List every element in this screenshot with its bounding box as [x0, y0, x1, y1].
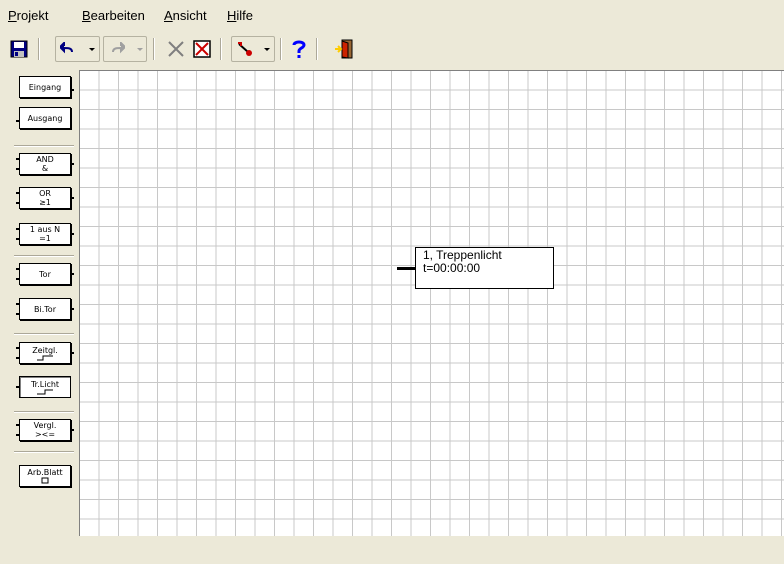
input-pin	[16, 238, 19, 240]
palette-block-bi-tor[interactable]: Bi.Tor	[16, 298, 74, 320]
menu-projekt[interactable]: Projekt	[8, 9, 48, 23]
step-icon	[37, 389, 53, 394]
status-bar	[0, 536, 784, 564]
output-pin	[71, 352, 74, 354]
menu-bar: Projekt Bearbeiten Ansicht Hilfe	[0, 0, 784, 28]
redo-dropdown[interactable]	[134, 37, 145, 61]
node-input-pin[interactable]	[397, 267, 415, 270]
toolbar-separator	[280, 38, 282, 60]
redo-icon	[112, 42, 125, 54]
palette-block-vergleicher[interactable]: Vergl. ><=	[16, 419, 74, 441]
undo-icon	[60, 42, 73, 54]
palette-separator	[14, 333, 74, 335]
input-pin	[16, 228, 19, 230]
undo-dropdown[interactable]	[86, 37, 97, 61]
chevron-down-icon	[136, 47, 143, 51]
output-pin	[71, 308, 74, 310]
help-button[interactable]	[288, 37, 310, 61]
output-pin	[71, 233, 74, 235]
treppenlicht-node[interactable]: 1, Treppenlicht t=00:00:00	[415, 247, 554, 289]
delete-icon	[193, 40, 211, 58]
sheet-icon	[41, 477, 49, 484]
input-pin	[16, 192, 19, 194]
menu-ansicht[interactable]: Ansicht	[164, 9, 207, 23]
menu-bearbeiten[interactable]: Bearbeiten	[82, 9, 145, 23]
toolbar-separator	[220, 38, 222, 60]
block-palette: Eingang Ausgang AND & OR ≥1 1 aus N =1 T…	[8, 66, 80, 536]
palette-block-treppenlicht[interactable]: Tr.Licht	[16, 376, 71, 398]
output-pin	[71, 89, 74, 91]
input-pin	[16, 303, 19, 305]
floppy-disk-save-icon	[10, 40, 28, 58]
redo-button[interactable]	[106, 37, 128, 61]
toolbar	[0, 36, 784, 66]
save-button[interactable]	[8, 37, 30, 61]
toolbar-separator	[316, 38, 318, 60]
palette-separator	[14, 145, 74, 147]
toolbar-separator	[153, 38, 155, 60]
input-pin	[16, 357, 19, 359]
palette-block-tor[interactable]: Tor	[16, 263, 74, 285]
input-pin	[16, 158, 19, 160]
palette-block-1-aus-n[interactable]: 1 aus N =1	[16, 223, 74, 245]
cut-icon	[168, 41, 184, 57]
input-pin	[16, 278, 19, 280]
output-pin	[71, 429, 74, 431]
output-pin	[71, 163, 74, 165]
chevron-down-icon	[88, 47, 95, 51]
exit-button[interactable]	[333, 37, 355, 61]
undo-button[interactable]	[57, 37, 79, 61]
input-pin	[16, 434, 19, 436]
palette-separator	[14, 451, 74, 453]
pin-tool-button[interactable]	[234, 37, 256, 61]
palette-block-ausgang[interactable]: Ausgang	[16, 107, 71, 129]
input-pin	[16, 168, 19, 170]
toolbar-separator	[38, 38, 40, 60]
delete-button[interactable]	[191, 37, 213, 61]
input-pin	[16, 386, 19, 388]
input-pin	[16, 347, 19, 349]
chevron-down-icon	[263, 47, 270, 51]
input-pin	[16, 268, 19, 270]
input-pin	[16, 424, 19, 426]
palette-block-and[interactable]: AND &	[16, 153, 74, 175]
palette-block-or[interactable]: OR ≥1	[16, 187, 74, 209]
palette-separator	[14, 255, 74, 257]
output-pin	[71, 273, 74, 275]
palette-block-eingang[interactable]: Eingang	[19, 76, 74, 98]
palette-separator	[14, 411, 74, 413]
pin-tool-icon	[238, 42, 252, 56]
pin-tool-dropdown[interactable]	[261, 37, 272, 61]
drawing-canvas[interactable]: 1, Treppenlicht t=00:00:00	[79, 70, 784, 536]
input-pin	[16, 202, 19, 204]
help-icon	[292, 40, 306, 58]
cut-button[interactable]	[165, 37, 187, 61]
input-pin	[16, 120, 19, 122]
pulse-icon	[37, 355, 53, 360]
input-pin	[16, 313, 19, 315]
palette-block-arbeitsblatt[interactable]: Arb.Blatt	[19, 465, 71, 487]
output-pin	[71, 197, 74, 199]
palette-block-zeitglied[interactable]: Zeitgl.	[16, 342, 74, 364]
node-time: t=00:00:00	[423, 261, 481, 275]
exit-door-icon	[335, 39, 353, 59]
menu-hilfe[interactable]: Hilfe	[227, 9, 253, 23]
